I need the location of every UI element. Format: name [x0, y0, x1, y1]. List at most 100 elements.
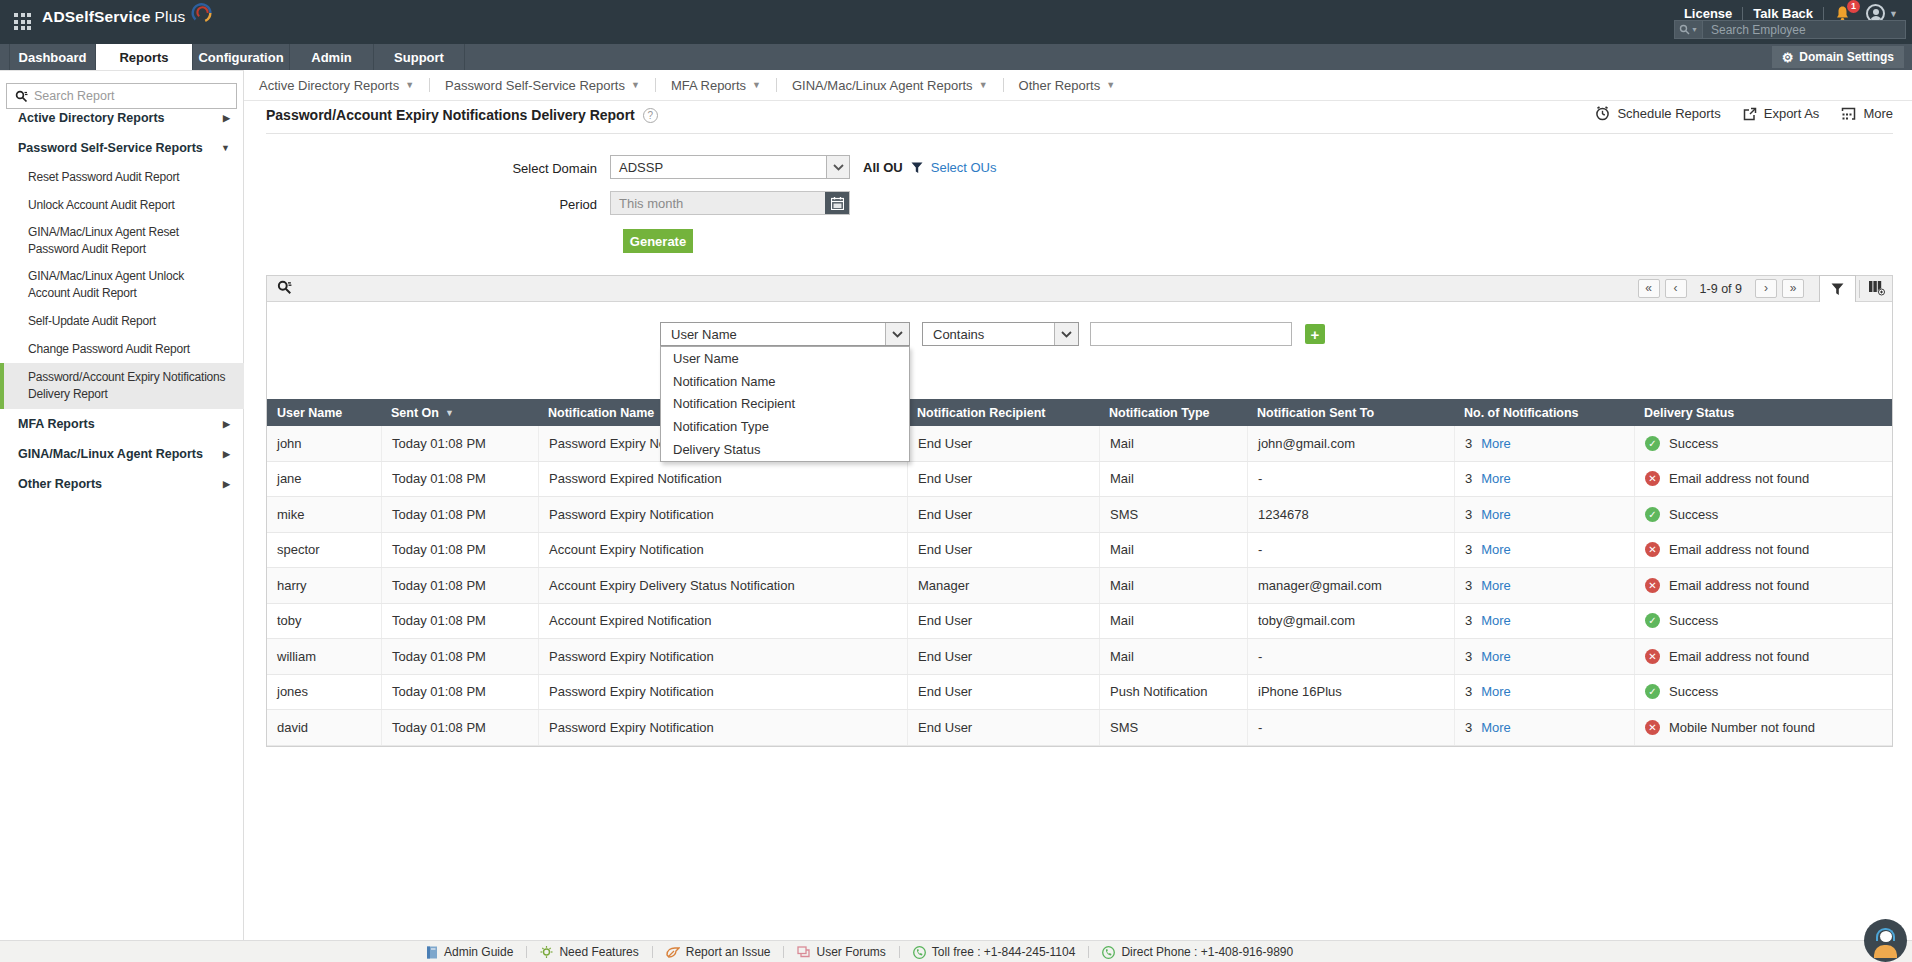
sidebar-item[interactable]: GINA/Mac/Linux Agent Reset Password Audi… [0, 219, 244, 263]
sidebar-item[interactable]: GINA/Mac/Linux Agent Reports▶ [0, 439, 244, 469]
more-link[interactable]: More [1481, 613, 1511, 628]
tab-support[interactable]: Support [374, 44, 465, 70]
sidebar-item[interactable]: Active Directory Reports▶ [0, 103, 244, 133]
schedule-reports-button[interactable]: Schedule Reports [1595, 106, 1720, 121]
calendar-icon[interactable] [825, 192, 849, 214]
report-nav-item[interactable]: Password Self-Service Reports▼ [430, 78, 655, 93]
more-link[interactable]: More [1481, 507, 1511, 522]
cell: SMS [1099, 497, 1247, 532]
prev-page-button[interactable]: ‹ [1665, 279, 1687, 298]
tab-admin[interactable]: Admin [290, 44, 374, 70]
filter-menu-option[interactable]: User Name [661, 347, 909, 370]
status-error-icon: ✕ [1645, 471, 1660, 486]
direct-footer-link[interactable]: Direct Phone : +1-408-916-9890 [1102, 945, 1293, 959]
admin-footer-link[interactable]: Admin Guide [426, 945, 513, 959]
select-ous-link[interactable]: Select OUs [931, 160, 997, 175]
report-table-panel: « ‹ 1-9 of 9 › » User Name Contains + [266, 275, 1893, 747]
more-link[interactable]: More [1481, 720, 1511, 735]
table-search-icon[interactable] [277, 280, 292, 295]
column-header[interactable]: Notification Recipient [907, 399, 1099, 426]
report-nav-item[interactable]: GINA/Mac/Linux Agent Reports▼ [777, 78, 1003, 93]
cell: harry [267, 568, 381, 603]
need-footer-link[interactable]: Need Features [540, 945, 638, 959]
filter-value-input[interactable] [1090, 322, 1292, 346]
more-link[interactable]: More [1481, 684, 1511, 699]
filter-operator-select[interactable]: Contains [922, 322, 1079, 346]
period-input[interactable]: This month [610, 191, 850, 215]
chevron-down-icon: ▼ [405, 80, 414, 90]
sidebar-item-label: Other Reports [18, 477, 102, 491]
user-footer-link[interactable]: User Forums [797, 945, 885, 959]
employee-search[interactable]: ▼ Search Employee [1674, 20, 1906, 39]
report-nav-item[interactable]: Active Directory Reports▼ [244, 78, 429, 93]
cell: 3More [1454, 462, 1634, 497]
report-category-nav: Active Directory Reports▼Password Self-S… [244, 70, 1912, 101]
ou-filter-icon[interactable] [911, 162, 923, 174]
cell: william [267, 639, 381, 674]
filter-menu-option[interactable]: Delivery Status [661, 438, 909, 461]
cell: End User [907, 426, 1099, 461]
sidebar-item[interactable]: MFA Reports▶ [0, 409, 244, 439]
domain-select[interactable]: ADSSP [610, 155, 850, 179]
more-link[interactable]: More [1481, 578, 1511, 593]
sidebar-item[interactable]: Change Password Audit Report [0, 335, 244, 363]
tab-reports[interactable]: Reports [96, 44, 193, 70]
column-header[interactable]: No. of Notifications [1454, 399, 1634, 426]
sidebar-item[interactable]: Password/Account Expiry Notifications De… [0, 363, 244, 409]
column-header[interactable]: Notification Sent To [1247, 399, 1454, 426]
status-success-icon: ✓ [1645, 507, 1660, 522]
chevron-down-icon [826, 156, 849, 178]
cell: Mail [1099, 533, 1247, 568]
filter-menu-option[interactable]: Notification Name [661, 370, 909, 393]
cell: Password Expiry Notification [538, 675, 907, 710]
export-as-button[interactable]: Export As [1743, 106, 1820, 121]
support-chat-button[interactable] [1864, 919, 1907, 962]
filter-toggle-button[interactable] [1819, 275, 1856, 303]
generate-button[interactable]: Generate [623, 229, 693, 253]
report-nav-item[interactable]: MFA Reports▼ [656, 78, 776, 93]
sidebar-item[interactable]: Unlock Account Audit Report [0, 191, 244, 219]
sidebar-item[interactable]: Password Self-Service Reports▼ [0, 133, 244, 163]
book-icon [426, 946, 438, 959]
report-footer-link[interactable]: Report an Issue [666, 945, 771, 959]
column-header[interactable]: Sent On▼ [381, 399, 538, 426]
sidebar-item[interactable]: Other Reports▶ [0, 469, 244, 499]
status-text: Email address not found [1669, 649, 1809, 664]
tab-dashboard[interactable]: Dashboard [9, 44, 96, 70]
license-link[interactable]: License [1684, 6, 1732, 21]
more-link[interactable]: More [1481, 436, 1511, 451]
help-icon[interactable]: ? [643, 108, 658, 123]
more-link[interactable]: More [1481, 471, 1511, 486]
sidebar-item[interactable]: Self-Update Audit Report [0, 307, 244, 335]
column-header[interactable]: Notification Type [1099, 399, 1247, 426]
bulb-icon [540, 946, 553, 959]
sidebar-item[interactable]: GINA/Mac/Linux Agent Unlock Account Audi… [0, 263, 244, 307]
table-row: johnToday 01:08 PMPassword Expiry Notifi… [267, 426, 1892, 462]
table-row: tobyToday 01:08 PMAccount Expired Notifi… [267, 604, 1892, 640]
sidebar-item-label: Unlock Account Audit Report [28, 198, 175, 212]
chevron-down-icon: ▼ [979, 80, 988, 90]
tab-configuration[interactable]: Configuration [193, 44, 290, 70]
last-page-button[interactable]: » [1782, 279, 1804, 298]
filter-menu-option[interactable]: Notification Recipient [661, 393, 909, 416]
cell: Today 01:08 PM [381, 497, 538, 532]
filter-field-select[interactable]: User Name [660, 322, 910, 346]
column-chooser-button[interactable] [1868, 280, 1886, 296]
domain-settings-button[interactable]: ⚙ Domain Settings [1772, 46, 1904, 68]
status-text: Email address not found [1669, 471, 1809, 486]
toll-footer-link[interactable]: Toll free : +1-844-245-1104 [913, 945, 1076, 959]
filter-menu-option[interactable]: Notification Type [661, 415, 909, 438]
sidebar-item[interactable]: Reset Password Audit Report [0, 163, 244, 191]
column-header[interactable]: User Name [267, 399, 381, 426]
talk-back-link[interactable]: Talk Back [1753, 6, 1813, 21]
more-link[interactable]: More [1481, 542, 1511, 557]
more-link[interactable]: More [1481, 649, 1511, 664]
add-filter-button[interactable]: + [1305, 324, 1325, 344]
next-page-button[interactable]: › [1755, 279, 1777, 298]
app-launcher-icon[interactable] [14, 13, 32, 31]
column-header[interactable]: Delivery Status [1634, 399, 1892, 426]
notification-count: 3 [1465, 720, 1472, 735]
first-page-button[interactable]: « [1638, 279, 1660, 298]
more-button[interactable]: More [1841, 106, 1893, 121]
report-nav-item[interactable]: Other Reports▼ [1004, 78, 1131, 93]
